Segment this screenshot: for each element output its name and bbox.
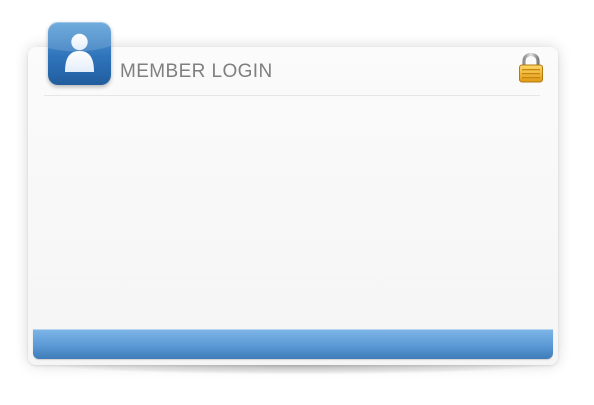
user-avatar-icon — [48, 22, 111, 85]
card-footer-bar — [33, 329, 553, 359]
member-login-stage: MEMBER LOGIN — [0, 0, 594, 405]
padlock-icon — [517, 52, 545, 88]
login-header: MEMBER LOGIN — [44, 47, 540, 96]
login-card: MEMBER LOGIN — [28, 47, 558, 365]
page-title: MEMBER LOGIN — [120, 61, 273, 82]
